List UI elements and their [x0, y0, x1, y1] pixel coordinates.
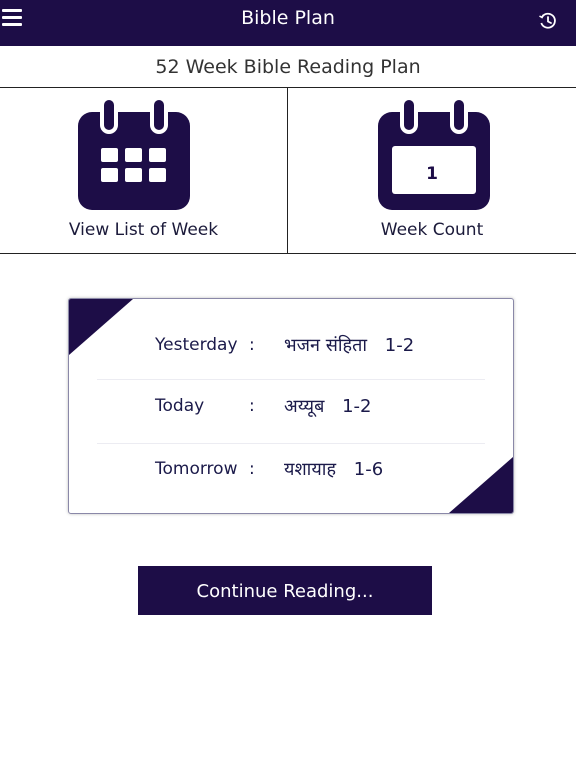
- app-title: Bible Plan: [241, 7, 335, 29]
- yesterday-book: भजन संहिता: [284, 335, 368, 356]
- tomorrow-colon: :: [249, 459, 255, 479]
- view-list-of-week-tile[interactable]: View List of Week: [0, 88, 288, 253]
- history-clock-icon[interactable]: [538, 11, 558, 31]
- tomorrow-reading: यशायाह 1-6: [284, 457, 383, 481]
- tomorrow-chapters: 1-6: [353, 459, 384, 480]
- calendar-grid-icon: [78, 98, 190, 210]
- today-colon: :: [249, 396, 255, 416]
- today-chapters: 1-2: [342, 396, 372, 417]
- week-count-value: 1: [426, 164, 438, 184]
- tiles-row: View List of Week 1 Week Count: [0, 88, 576, 254]
- yesterday-row: Yesterday : भजन संहिता 1-2: [97, 317, 485, 377]
- week-count-tile[interactable]: 1 Week Count: [288, 88, 576, 253]
- yesterday-label: Yesterday: [155, 335, 238, 355]
- tomorrow-label: Tomorrow: [155, 459, 238, 479]
- tomorrow-row: Tomorrow : यशायाह 1-6: [97, 441, 485, 501]
- calendar-number-icon: [378, 98, 490, 210]
- yesterday-colon: :: [249, 335, 255, 355]
- today-reading: अय्यूब 1-2: [284, 394, 372, 418]
- view-list-of-week-label: View List of Week: [68, 220, 219, 240]
- week-count-label: Week Count: [380, 220, 484, 240]
- today-book: अय्यूब: [284, 396, 325, 417]
- tomorrow-book: यशायाह: [284, 459, 337, 480]
- reading-card: Yesterday : भजन संहिता 1-2 Today : अय्यू…: [68, 298, 514, 514]
- yesterday-reading: भजन संहिता 1-2: [284, 333, 414, 357]
- continue-reading-button[interactable]: Continue Reading...: [138, 566, 432, 615]
- plan-subtitle: 52 Week Bible Reading Plan: [0, 46, 576, 88]
- today-label: Today: [155, 396, 205, 416]
- yesterday-chapters: 1-2: [384, 335, 415, 356]
- today-row: Today : अय्यूब 1-2: [97, 378, 485, 438]
- top-app-bar: Bible Plan: [0, 0, 576, 46]
